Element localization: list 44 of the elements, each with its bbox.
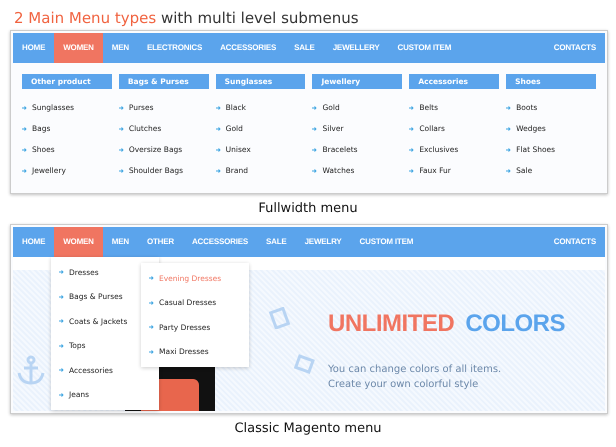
caption: Fullwidth menu	[257, 200, 359, 218]
arrow-icon	[59, 294, 64, 299]
picture-frame-icon	[293, 352, 315, 374]
arrow-icon	[149, 276, 154, 280]
arrow-icon	[59, 344, 64, 348]
arrow-icon	[22, 168, 27, 172]
arrow-icon	[22, 106, 27, 110]
arrow-icon	[409, 168, 414, 172]
picture-frame-icon	[269, 305, 291, 327]
headline-text: with multi level submenus	[160, 9, 359, 27]
arrow-icon	[216, 148, 221, 152]
arrow-icon	[409, 106, 414, 110]
anchor-icon	[17, 355, 45, 385]
arrow-icon	[59, 368, 64, 372]
arrow-icon	[312, 168, 318, 172]
arrow-icon	[59, 270, 64, 274]
arrow-icon	[149, 325, 154, 330]
arrow-icon	[409, 148, 414, 152]
arrow-icon	[312, 148, 318, 152]
arrow-icon	[506, 106, 512, 110]
arrow-icon	[506, 168, 512, 172]
arrow-icon	[312, 106, 318, 110]
arrow-icon	[149, 300, 154, 305]
arrow-icon	[149, 350, 154, 354]
arrow-icon	[118, 168, 124, 172]
arrow-icon	[59, 319, 64, 324]
arrow-icon	[22, 126, 27, 130]
arrow-icon	[59, 392, 64, 397]
arrow-icon	[312, 126, 318, 130]
banner-text: You can change colors of all items. Create your own colorful style	[328, 363, 502, 392]
arrow-icon	[506, 148, 512, 152]
arrow-icon	[216, 168, 221, 172]
arrow-icon	[118, 126, 124, 130]
banner-title: COLORS	[465, 310, 565, 337]
arrow-icon	[118, 106, 124, 110]
arrow-icon	[506, 126, 512, 130]
caption: Classic Magento menu	[233, 420, 383, 438]
headline-accent: 2 Main Menu types	[14, 9, 156, 27]
arrow-icon	[216, 126, 221, 130]
arrow-icon	[409, 126, 414, 130]
arrow-icon	[216, 106, 221, 110]
arrow-icon	[22, 148, 27, 152]
banner-title-accent: UNLIMITED	[328, 310, 454, 337]
arrow-icon	[118, 148, 124, 152]
